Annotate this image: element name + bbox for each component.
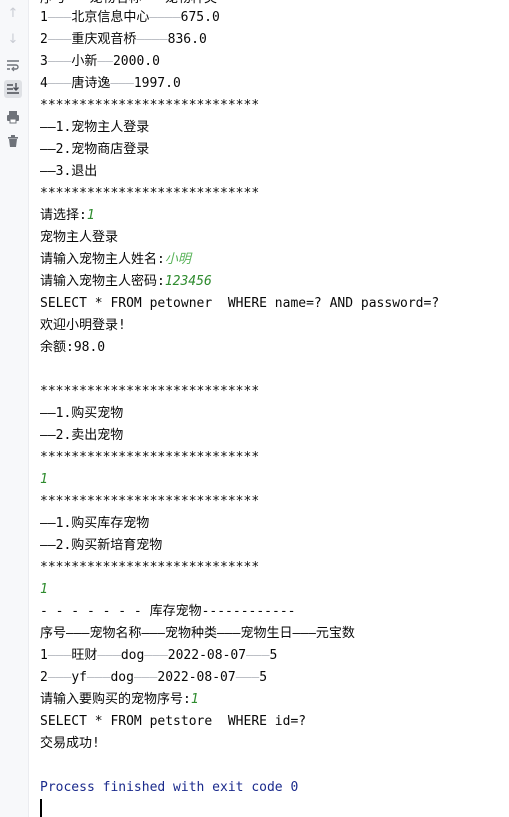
table-header: 序号———宠物名称———宠物种类———宠物生日———元宝数: [40, 626, 355, 641]
balance-line: 余额:98.0: [40, 340, 106, 355]
store-row: 1———北京信息中心————675.0: [40, 10, 220, 25]
success-line: 交易成功!: [40, 736, 100, 751]
user-input: 1: [40, 582, 48, 597]
menu-item: ——1.购买宠物: [40, 406, 124, 421]
buy-prompt-line: 请输入要购买的宠物序号:1: [40, 692, 199, 707]
name-prompt-line: 请输入宠物主人姓名:小明: [40, 252, 191, 267]
separator-line: ****************************: [40, 186, 260, 201]
user-input: 1: [86, 208, 95, 223]
select-prompt-line: 请选择:1: [40, 208, 95, 223]
table-row: 2———yf———dog———2022-08-07———5: [40, 670, 268, 685]
menu-item: ——2.宠物商店登录: [40, 142, 150, 157]
menu-item: ——1.宠物主人登录: [40, 120, 150, 135]
user-input: 1: [190, 692, 199, 707]
separator-line: ****************************: [40, 450, 260, 465]
store-row: 4———唐诗逸———1997.0: [40, 76, 181, 91]
print-icon[interactable]: [4, 108, 22, 126]
trash-icon[interactable]: [4, 132, 22, 150]
user-input: 123456: [164, 274, 212, 289]
menu-item: ——2.购买新培育宠物: [40, 538, 163, 553]
soft-wrap-icon[interactable]: [4, 56, 22, 74]
table-row: 1———旺财———dog———2022-08-07———5: [40, 648, 278, 663]
separator-line: ****************************: [40, 494, 260, 509]
password-prompt-line: 请输入宠物主人密码:123456: [40, 274, 212, 289]
separator-line: ****************************: [40, 98, 260, 113]
menu-item: ——2.卖出宠物: [40, 428, 124, 443]
separator-line: ****************************: [40, 384, 260, 399]
user-input: 小明: [164, 252, 191, 267]
process-finished-line: Process finished with exit code 0: [40, 780, 299, 795]
menu-item: ——3.退出: [40, 164, 98, 179]
menu-item: ——1.购买库存宠物: [40, 516, 150, 531]
arrow-down-icon[interactable]: ↓: [4, 30, 22, 48]
console-output[interactable]: 序号———宠物名称———宠物种类 1———北京信息中心————675.0 2——…: [40, 0, 509, 817]
sql-line: SELECT * FROM petstore WHERE id=?: [40, 714, 307, 729]
scroll-to-end-icon[interactable]: [4, 80, 22, 98]
user-input: 1: [40, 472, 48, 487]
stock-header: - - - - - - - 库存宠物------------: [40, 604, 296, 619]
login-title: 宠物主人登录: [40, 230, 119, 245]
sql-line: SELECT * FROM petowner WHERE name=? AND …: [40, 296, 440, 311]
console-toolbar: ↑ ↓: [0, 0, 29, 817]
welcome-line: 欢迎小明登录!: [40, 318, 126, 333]
store-row: 2———重庆观音桥————836.0: [40, 32, 207, 47]
separator-line: ****************************: [40, 560, 260, 575]
store-row: 3———小新——2000.0: [40, 54, 160, 69]
arrow-up-icon[interactable]: ↑: [4, 4, 22, 22]
text-caret: [40, 799, 42, 817]
